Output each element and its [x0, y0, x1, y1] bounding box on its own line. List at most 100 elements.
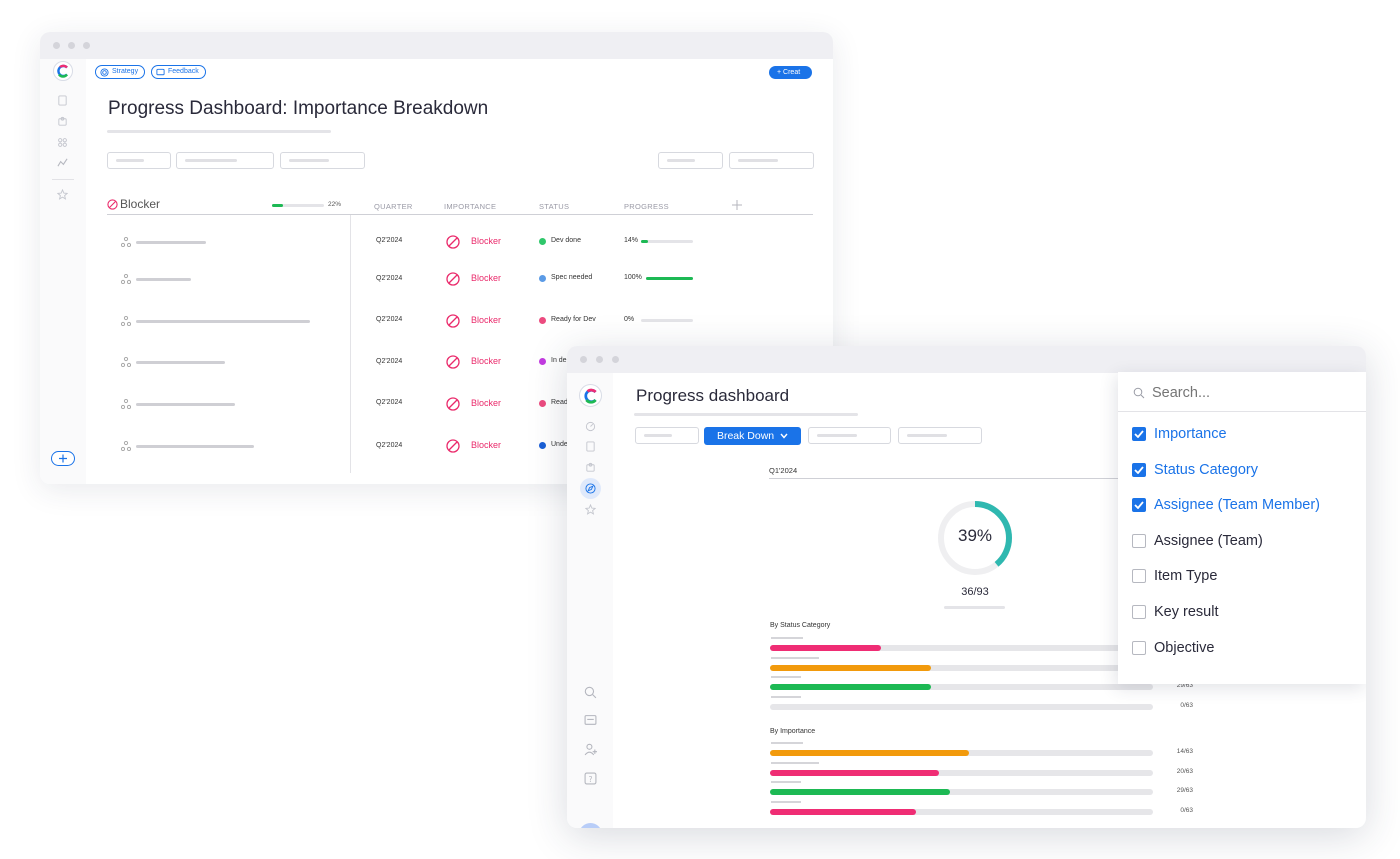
column-header-status[interactable]: STATUS [539, 202, 569, 211]
filter-pill[interactable] [808, 427, 891, 444]
break-down-dropdown[interactable]: Break Down [704, 427, 801, 445]
status-cell[interactable]: Ready for Dev [551, 316, 596, 323]
filter-pill[interactable] [107, 152, 171, 169]
menu-option[interactable]: Importance [1132, 424, 1227, 444]
quarter-cell: Q2'2024 [376, 442, 403, 449]
menu-option[interactable]: Objective [1132, 638, 1214, 658]
checkbox[interactable] [1132, 533, 1146, 548]
document-icon[interactable] [57, 95, 68, 106]
by-importance-heading: By Importance [770, 728, 816, 735]
importance-cell: Blocker [471, 236, 502, 246]
sidebar: ? [567, 373, 613, 828]
puzzle-icon[interactable] [57, 116, 68, 127]
menu-option[interactable]: Assignee (Team Member) [1132, 495, 1320, 515]
window-dot [612, 356, 619, 363]
quarter-cell: Q2'2024 [376, 275, 403, 282]
status-dot [539, 238, 546, 245]
avatar[interactable] [579, 823, 602, 828]
check-icon [1134, 466, 1144, 474]
menu-option[interactable]: Key result [1132, 602, 1218, 622]
bar-count: 14/63 [1176, 748, 1193, 755]
item-name-placeholder [136, 403, 235, 406]
header-divider [107, 214, 813, 215]
progress-label: 14% [624, 237, 639, 244]
filter-pill[interactable] [658, 152, 723, 169]
message-icon[interactable] [584, 714, 597, 727]
break-down-label: Break Down [716, 430, 775, 442]
filter-pill[interactable] [280, 152, 365, 169]
bar-track [770, 750, 1153, 756]
menu-option[interactable]: Assignee (Team) [1132, 531, 1263, 551]
hierarchy-icon [121, 441, 131, 451]
compass-nav-active[interactable] [580, 478, 601, 499]
menu-divider [1118, 411, 1366, 412]
analytics-icon[interactable] [57, 157, 68, 168]
progress-dashboard-window: ? Progress dashboard Break Down Q1'2024 … [567, 346, 1366, 828]
bar-track [770, 645, 1153, 651]
item-name-placeholder [136, 320, 310, 323]
bar-fill [770, 684, 931, 691]
help-icon[interactable]: ? [584, 772, 597, 785]
menu-option[interactable]: Item Type [1132, 566, 1217, 586]
progress-track [641, 240, 693, 243]
filter-pill[interactable] [898, 427, 982, 444]
compass-icon [585, 483, 596, 494]
status-dot [539, 358, 546, 365]
bar-label-placeholder [771, 801, 801, 804]
column-header-progress[interactable]: PROGRESS [624, 202, 669, 211]
document-icon[interactable] [585, 441, 596, 452]
svg-text:?: ? [588, 775, 592, 784]
hierarchy-icon [121, 237, 131, 247]
apps-icon[interactable] [57, 137, 68, 148]
filter-pill[interactable] [729, 152, 814, 169]
checkbox[interactable] [1132, 640, 1146, 655]
bar-label-placeholder [771, 656, 819, 659]
bar-track [770, 809, 1153, 816]
search-icon[interactable] [584, 686, 597, 699]
gauge-icon[interactable] [585, 421, 596, 432]
donut-fraction: 36/93 [961, 586, 989, 598]
status-cell[interactable]: Unde [551, 441, 568, 448]
quarter-cell: Q2'2024 [376, 358, 403, 365]
filter-pill[interactable] [635, 427, 699, 444]
bar-label-placeholder [771, 761, 819, 764]
bar-count: 0/63 [1180, 702, 1193, 710]
donut-percent: 39% [957, 526, 993, 545]
importance-cell: Blocker [471, 315, 502, 325]
bar-track [770, 684, 1153, 691]
status-cell[interactable]: Spec needed [551, 274, 592, 281]
app-logo[interactable] [579, 384, 602, 407]
checkbox[interactable] [1132, 427, 1146, 441]
bar-fill [770, 789, 950, 796]
puzzle-icon[interactable] [585, 462, 596, 473]
quarter-label: Q1'2024 [769, 466, 798, 475]
column-header-importance[interactable]: IMPORTANCE [444, 202, 496, 211]
add-icon[interactable] [51, 451, 75, 466]
checkbox[interactable] [1132, 569, 1146, 584]
bar-count: 0/63 [1180, 807, 1193, 815]
create-button[interactable]: + Creat [769, 66, 812, 79]
status-cell[interactable]: In de [551, 357, 567, 364]
feedback-button[interactable]: Feedback [151, 65, 206, 79]
progress-track [641, 319, 693, 322]
add-column-icon[interactable] [732, 200, 742, 210]
chat-icon [156, 68, 165, 76]
checkbox[interactable] [1132, 498, 1146, 513]
filter-pill[interactable] [176, 152, 274, 169]
checkbox[interactable] [1132, 462, 1146, 477]
blocker-icon [446, 314, 460, 328]
menu-search-input[interactable] [1152, 382, 1352, 404]
strategy-button[interactable]: Strategy [95, 65, 146, 79]
quarter-cell: Q2'2024 [376, 316, 403, 323]
app-logo[interactable] [53, 61, 73, 81]
status-dot [539, 317, 546, 324]
star-icon[interactable] [585, 504, 596, 515]
status-cell[interactable]: Read [551, 399, 568, 406]
bar-fill [770, 769, 939, 776]
star-icon[interactable] [57, 189, 68, 200]
checkbox[interactable] [1132, 605, 1146, 619]
status-cell[interactable]: Dev done [551, 237, 581, 244]
add-user-icon[interactable] [584, 743, 597, 756]
column-header-quarter[interactable]: QUARTER [374, 202, 413, 211]
menu-option[interactable]: Status Category [1132, 460, 1258, 480]
